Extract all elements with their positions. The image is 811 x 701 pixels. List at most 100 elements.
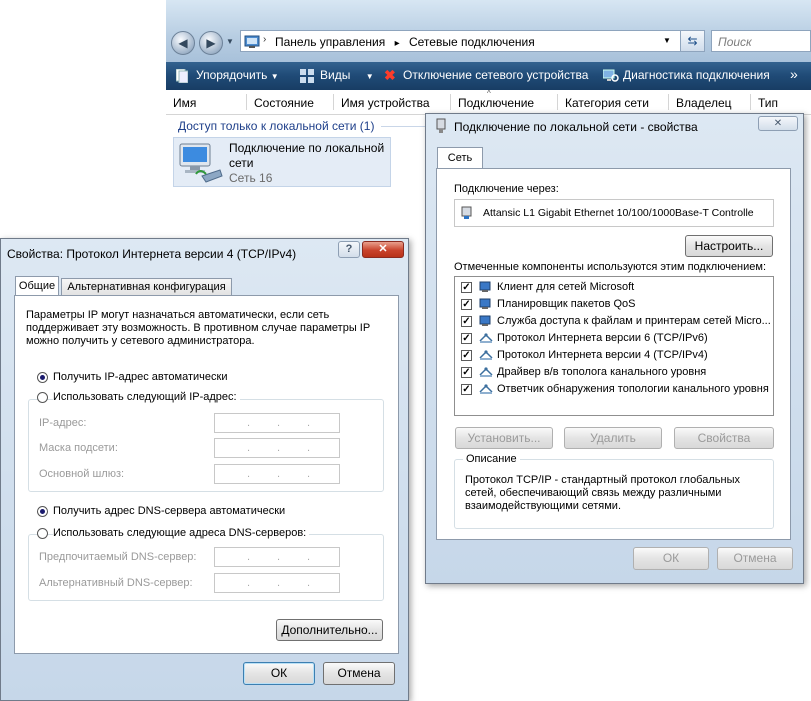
component-checkbox[interactable]: ✓ (461, 333, 472, 344)
components-label: Отмеченные компоненты используются этим … (454, 261, 767, 273)
address-bar-area: ◀ ▶ ▼ › Панель управления ▸ Сетевые подк… (166, 0, 811, 62)
subnet-mask-field[interactable]: ... (214, 438, 340, 458)
column-header-device-name[interactable]: Имя устройства (341, 96, 430, 110)
component-item[interactable]: ✓ Ответчик обнаружения топологии канально… (455, 381, 773, 398)
connection-item-local-network[interactable]: Подключение по локальной сети Сеть 16 (173, 137, 391, 187)
help-icon: ? (345, 243, 353, 255)
advanced-button[interactable]: Дополнительно... (276, 619, 383, 641)
breadcrumb-item-network-connections[interactable]: Сетевые подключения (409, 35, 535, 49)
manual-ip-radio[interactable] (37, 392, 48, 403)
network-connection-icon (176, 140, 224, 184)
protocol-icon (479, 348, 493, 362)
ip-dot: . (307, 468, 311, 480)
diagnose-icon (602, 69, 619, 83)
component-checkbox[interactable]: ✓ (461, 282, 472, 293)
component-checkbox[interactable]: ✓ (461, 367, 472, 378)
protocol-icon (479, 331, 493, 345)
alternate-dns-field[interactable]: ... (214, 573, 340, 593)
forward-button[interactable]: ▶ (199, 31, 223, 55)
component-checkbox[interactable]: ✓ (461, 384, 472, 395)
component-checkbox[interactable]: ✓ (461, 350, 472, 361)
ip-dot: . (307, 551, 311, 563)
column-divider[interactable] (557, 94, 558, 110)
component-checkbox[interactable]: ✓ (461, 316, 472, 327)
default-gateway-label: Основной шлюз: (39, 468, 125, 480)
tab-general[interactable]: Общие (15, 276, 59, 296)
group-header[interactable]: Доступ только к локальной сети (1) (178, 119, 374, 133)
component-label: Ответчик обнаружения топологии канальног… (497, 383, 769, 395)
column-divider[interactable] (668, 94, 669, 110)
protocol-icon (479, 365, 493, 379)
component-label: Протокол Интернета версии 4 (TCP/IPv4) (497, 349, 708, 361)
cancel-button[interactable]: Отмена (717, 547, 793, 570)
address-field[interactable]: › Панель управления ▸ Сетевые подключени… (240, 30, 705, 52)
ip-dot: . (247, 577, 251, 589)
back-button[interactable]: ◀ (171, 31, 195, 55)
search-input[interactable]: Поиск (711, 30, 811, 52)
breadcrumb-item-control-panel[interactable]: Панель управления (275, 35, 385, 49)
preferred-dns-label: Предпочитаемый DNS-сервер: (39, 551, 197, 563)
adapter-field: Attansic L1 Gigabit Ethernet 10/100/1000… (454, 199, 774, 227)
component-checkbox[interactable]: ✓ (461, 299, 472, 310)
connection-properties-dialog: Подключение по локальной сети - свойства… (425, 113, 804, 584)
component-item[interactable]: ✓ Планировщик пакетов QoS (455, 296, 773, 313)
network-adapter-icon (460, 206, 474, 220)
diagnose-button[interactable]: Диагностика подключения (623, 68, 770, 82)
column-header-owner[interactable]: Владелец (676, 96, 732, 110)
network-adapter-icon (434, 118, 448, 134)
ok-button[interactable]: ОК (243, 662, 315, 685)
preferred-dns-field[interactable]: ... (214, 547, 340, 567)
column-divider[interactable] (750, 94, 751, 110)
refresh-button[interactable]: ⇆ (680, 30, 705, 52)
client-icon (479, 280, 493, 294)
install-button[interactable]: Установить... (455, 427, 553, 449)
auto-dns-label[interactable]: Получить адрес DNS-сервера автоматически (53, 505, 285, 517)
column-divider[interactable] (246, 94, 247, 110)
components-list[interactable]: ✓ Клиент для сетей Microsoft ✓ Планировщик … (454, 276, 774, 416)
column-divider[interactable] (450, 94, 451, 110)
disable-device-button[interactable]: Отключение сетевого устройства (403, 68, 588, 82)
dialog-title: Свойства: Протокол Интернета версии 4 (T… (7, 247, 297, 261)
uninstall-button[interactable]: Удалить (564, 427, 662, 449)
column-divider[interactable] (333, 94, 334, 110)
component-label: Клиент для сетей Microsoft (497, 281, 635, 293)
manual-dns-radio[interactable] (37, 528, 48, 539)
column-header-connection[interactable]: Подключение (458, 96, 534, 110)
ip-address-field[interactable]: ... (214, 413, 340, 433)
auto-dns-radio[interactable] (37, 506, 48, 517)
close-button[interactable]: ✕ (758, 116, 798, 131)
toolbar-overflow-button[interactable]: » (790, 66, 798, 82)
auto-ip-radio[interactable] (37, 372, 48, 383)
dialog-title: Подключение по локальной сети - свойства (454, 120, 698, 134)
ok-button[interactable]: ОК (633, 547, 709, 570)
configure-button[interactable]: Настроить... (685, 235, 773, 257)
component-item[interactable]: ✓ Протокол Интернета версии 6 (TCP/IPv6) (455, 330, 773, 347)
component-item[interactable]: ✓ Протокол Интернета версии 4 (TCP/IPv4) (455, 347, 773, 364)
scheduler-icon (479, 297, 493, 311)
column-header-network-category[interactable]: Категория сети (565, 96, 649, 110)
component-item[interactable]: ✓ Служба доступа к файлам и принтерам сет… (455, 313, 773, 330)
column-header-name[interactable]: Имя (173, 96, 196, 110)
manual-dns-label[interactable]: Использовать следующие адреса DNS-сервер… (53, 527, 310, 539)
component-item[interactable]: ✓ Клиент для сетей Microsoft (455, 279, 773, 296)
address-dropdown-icon[interactable]: ▼ (663, 36, 671, 45)
intro-text: Параметры IP могут назначаться автоматич… (26, 309, 370, 347)
component-item[interactable]: ✓ Драйвер в/в тополога канального уровня (455, 364, 773, 381)
column-header-type[interactable]: Тип (758, 96, 778, 110)
properties-button[interactable]: Свойства (674, 427, 774, 449)
column-header-row: Имя Состояние Имя устройства ^ Подключен… (166, 89, 811, 115)
help-button[interactable]: ? (338, 241, 360, 258)
tab-alternate-config[interactable]: Альтернативная конфигурация (61, 278, 232, 296)
tab-network[interactable]: Сеть (437, 147, 483, 169)
default-gateway-field[interactable]: ... (214, 464, 340, 484)
organize-button[interactable]: Упорядочить ▼ (196, 68, 279, 82)
group-divider (381, 126, 431, 127)
cancel-button[interactable]: Отмена (323, 662, 395, 685)
views-button[interactable]: Виды ▼ (320, 68, 374, 82)
column-header-status[interactable]: Состояние (254, 96, 314, 110)
auto-ip-label[interactable]: Получить IP-адрес автоматически (53, 371, 227, 383)
close-button[interactable]: ✕ (362, 241, 404, 258)
manual-ip-label[interactable]: Использовать следующий IP-адрес: (53, 391, 240, 403)
ip-dot: . (307, 417, 311, 429)
history-dropdown-icon[interactable]: ▼ (226, 37, 234, 46)
